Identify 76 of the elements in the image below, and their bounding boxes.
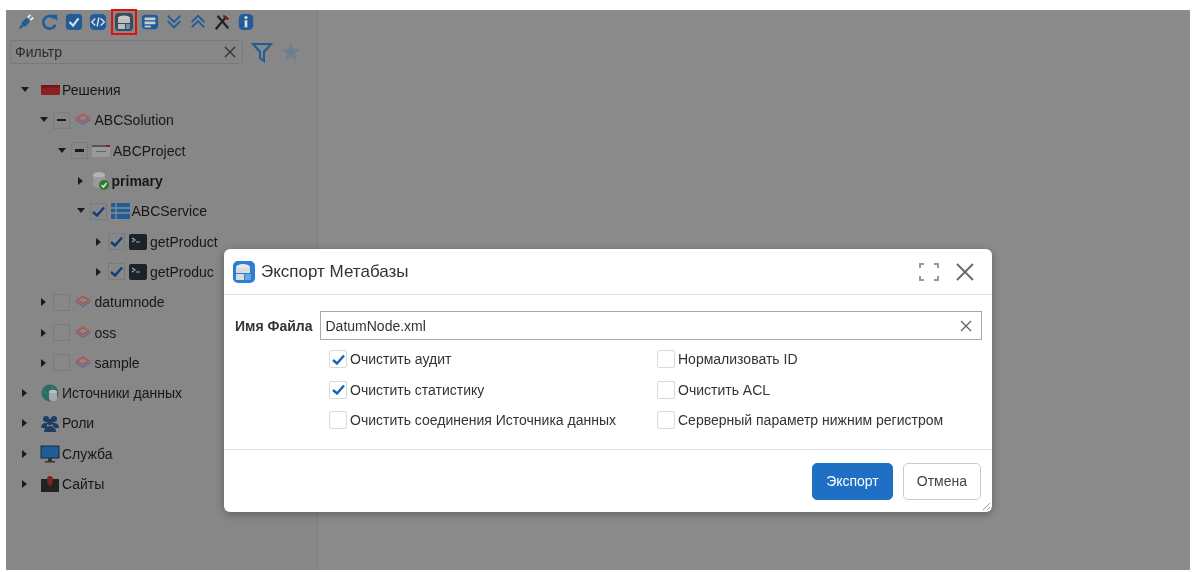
dialog-title: Экспорт Метабазы bbox=[261, 261, 410, 282]
option-label: Очистить соединения Источника данных bbox=[350, 412, 616, 429]
tree-item[interactable]: oss bbox=[94, 324, 117, 341]
tree-item[interactable]: ABCProject bbox=[113, 142, 186, 159]
resize-grip[interactable] bbox=[982, 502, 991, 511]
tree-item[interactable]: Служба bbox=[62, 445, 113, 462]
tree-item[interactable]: Источники данных bbox=[62, 385, 182, 402]
toolbar-button[interactable] bbox=[63, 11, 85, 33]
tools-icon bbox=[213, 12, 231, 32]
monitor-icon bbox=[40, 443, 60, 464]
expand-toggle[interactable] bbox=[96, 236, 102, 247]
checkbox[interactable] bbox=[657, 350, 675, 369]
toolbar-button[interactable] bbox=[87, 11, 109, 33]
cancel-button[interactable]: Отмена bbox=[902, 462, 981, 500]
plug-icon bbox=[17, 12, 35, 32]
tree-item[interactable]: datumnode bbox=[94, 294, 165, 311]
expand-toggle[interactable] bbox=[38, 117, 49, 124]
checkbox[interactable] bbox=[329, 380, 347, 399]
people-icon bbox=[40, 413, 60, 434]
checkbox-icon bbox=[65, 12, 83, 32]
clear-icon[interactable] bbox=[224, 46, 236, 58]
close-icon[interactable] bbox=[956, 262, 974, 281]
tree-item[interactable]: primary bbox=[111, 173, 163, 190]
panel-icon bbox=[141, 12, 159, 32]
option-label: Очистить аудит bbox=[350, 351, 452, 368]
expand-toggle[interactable] bbox=[20, 87, 30, 94]
expand-toggle[interactable] bbox=[77, 176, 84, 187]
terminal-icon bbox=[128, 261, 148, 282]
tree-item[interactable]: sample bbox=[94, 354, 140, 371]
checkbox[interactable] bbox=[657, 411, 675, 430]
table-icon bbox=[109, 201, 130, 222]
tree-checkbox[interactable] bbox=[108, 263, 125, 281]
star-icon[interactable] bbox=[281, 42, 301, 62]
field-label: Имя Файла bbox=[235, 317, 313, 334]
tree-item[interactable]: Роли bbox=[62, 415, 95, 432]
clear-icon[interactable] bbox=[960, 319, 972, 332]
tree-checkbox[interactable] bbox=[52, 111, 70, 129]
tree-item[interactable]: Решения bbox=[62, 82, 121, 99]
expand-toggle[interactable] bbox=[22, 448, 28, 459]
option-label: Очистить ACL bbox=[678, 381, 771, 398]
option-label: Серверный параметр нижним регистром bbox=[678, 412, 944, 429]
checkbox[interactable] bbox=[657, 380, 675, 399]
filter-field[interactable]: Фильтр bbox=[10, 40, 243, 64]
option-label: Очистить статистику bbox=[350, 381, 485, 398]
info-icon bbox=[237, 12, 255, 32]
checkbox[interactable] bbox=[329, 411, 347, 430]
option-label: Нормализовать ID bbox=[678, 351, 798, 368]
expand-toggle[interactable] bbox=[75, 208, 86, 215]
expand-toggle[interactable] bbox=[96, 266, 102, 277]
export-button[interactable]: Экспорт bbox=[812, 462, 893, 500]
expand-toggle[interactable] bbox=[22, 479, 28, 489]
tree-item[interactable]: getProduc bbox=[150, 263, 214, 280]
tree-item[interactable]: Сайты bbox=[62, 476, 105, 492]
checkbox[interactable] bbox=[329, 350, 347, 369]
expand-toggle[interactable] bbox=[57, 147, 67, 154]
maximize-icon[interactable] bbox=[919, 262, 939, 281]
expand-toggle[interactable] bbox=[40, 357, 47, 368]
terminal-icon bbox=[128, 231, 148, 252]
tree-checkbox[interactable] bbox=[108, 233, 125, 251]
file-name-field[interactable]: DatumNode.xml bbox=[319, 311, 982, 340]
expand-toggle[interactable] bbox=[40, 297, 47, 308]
tree-checkbox[interactable] bbox=[89, 202, 107, 220]
map-pin-icon bbox=[40, 474, 60, 494]
database-icon bbox=[232, 259, 256, 284]
tree-item[interactable]: ABCService bbox=[131, 203, 207, 220]
expand-toggle[interactable] bbox=[22, 418, 28, 429]
tree-checkbox[interactable] bbox=[71, 142, 88, 160]
refresh-icon bbox=[41, 12, 59, 32]
database-icon bbox=[114, 12, 134, 32]
expand-toggle[interactable] bbox=[22, 388, 28, 399]
toolbar-button[interactable] bbox=[111, 9, 137, 35]
code-icon bbox=[89, 12, 107, 32]
expand-toggle[interactable] bbox=[40, 327, 47, 338]
tree-item[interactable]: getProduct bbox=[150, 233, 218, 250]
globe-icon bbox=[40, 383, 60, 404]
tree-item[interactable]: ABCSolution bbox=[94, 112, 174, 129]
